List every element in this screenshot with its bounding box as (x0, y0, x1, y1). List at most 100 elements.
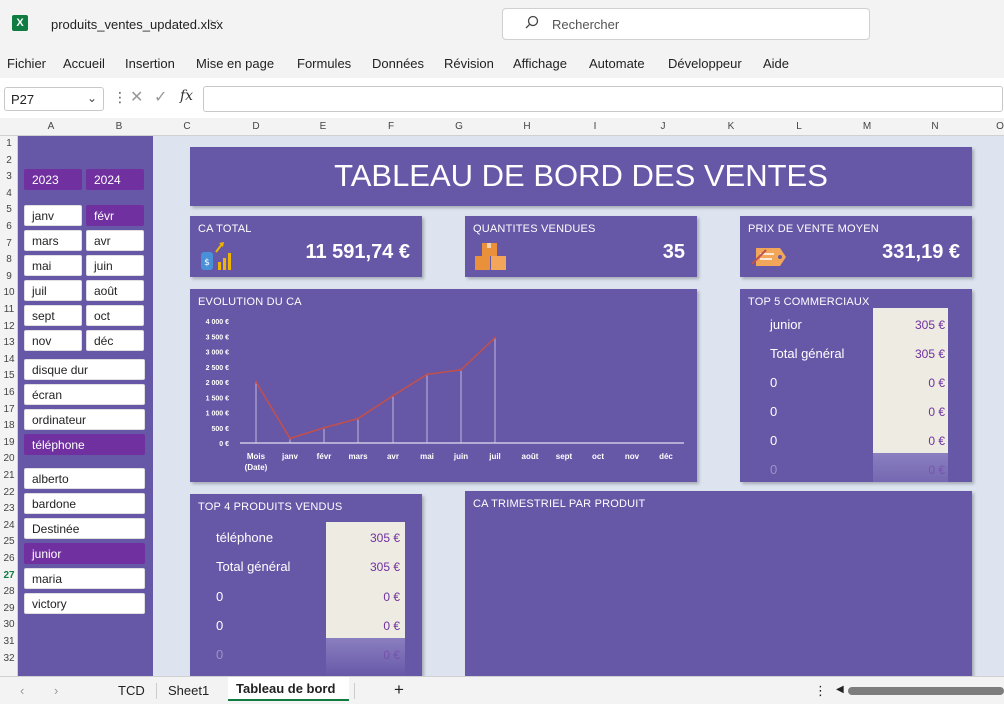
row-header-18[interactable]: 18 (0, 420, 18, 431)
column-header-O[interactable]: O (985, 121, 1004, 132)
row-header-11[interactable]: 11 (0, 304, 18, 315)
row-header-9[interactable]: 9 (0, 271, 18, 282)
scroll-right-icon[interactable]: › (54, 683, 58, 698)
name-box[interactable]: P27 ⌄ (4, 87, 104, 111)
top5-commerciaux-panel[interactable]: TOP 5 COMMERCIAUX junior 305 € Total génér… (740, 289, 972, 482)
slicer-item-juil[interactable]: juil (24, 280, 82, 301)
menu-accueil[interactable]: Accueil (63, 56, 105, 71)
column-header-J[interactable]: J (648, 121, 678, 132)
row-header-4[interactable]: 4 (0, 188, 18, 199)
kpi-card-prix-moyen[interactable]: PRIX DE VENTE MOYEN 331,19 € (740, 216, 972, 277)
slicer-item-2023[interactable]: 2023 (24, 169, 82, 190)
formula-input[interactable] (203, 86, 1003, 112)
menu-données[interactable]: Données (372, 56, 424, 71)
slicer-item-janv[interactable]: janv (24, 205, 82, 226)
slicer-item-bardone[interactable]: bardone (24, 493, 145, 514)
row-header-12[interactable]: 12 (0, 321, 18, 332)
slicer-item-juin[interactable]: juin (86, 255, 144, 276)
row-header-31[interactable]: 31 (0, 636, 18, 647)
menu-affichage[interactable]: Affichage (513, 56, 567, 71)
confirm-icon[interactable]: ✓ (154, 87, 167, 107)
file-name[interactable]: produits_ventes_updated.xlsx (51, 17, 223, 32)
column-header-H[interactable]: H (512, 121, 542, 132)
slicer-item-mars[interactable]: mars (24, 230, 82, 251)
scroll-left-arrow-icon[interactable]: ◀ (836, 684, 844, 695)
row-header-21[interactable]: 21 (0, 470, 18, 481)
row-header-20[interactable]: 20 (0, 453, 18, 464)
menu-insertion[interactable]: Insertion (125, 56, 175, 71)
menu-révision[interactable]: Révision (444, 56, 494, 71)
scroll-left-icon[interactable]: ‹ (20, 683, 24, 698)
row-header-6[interactable]: 6 (0, 221, 18, 232)
row-header-5[interactable]: 5 (0, 204, 18, 215)
column-header-K[interactable]: K (716, 121, 746, 132)
more-options-icon[interactable]: ⋮ (814, 683, 827, 699)
menu-mise-en-page[interactable]: Mise en page (196, 56, 274, 71)
column-header-C[interactable]: C (172, 121, 202, 132)
slicer-item-nov[interactable]: nov (24, 330, 82, 351)
row-header-16[interactable]: 16 (0, 387, 18, 398)
kpi-card-ca-total[interactable]: CA TOTAL $ 11 591,74 € (190, 216, 422, 277)
slicer-item-août[interactable]: août (86, 280, 144, 301)
row-header-8[interactable]: 8 (0, 254, 18, 265)
insert-function-icon[interactable]: fx (180, 88, 193, 104)
menu-formules[interactable]: Formules (297, 56, 351, 71)
row-header-23[interactable]: 23 (0, 503, 18, 514)
row-header-17[interactable]: 17 (0, 404, 18, 415)
tab-tcd[interactable]: TCD (118, 683, 145, 698)
slicer-item-écran[interactable]: écran (24, 384, 145, 405)
column-header-B[interactable]: B (104, 121, 134, 132)
horizontal-scrollbar[interactable] (848, 687, 1004, 695)
column-header-G[interactable]: G (444, 121, 474, 132)
slicer-item-disque-dur[interactable]: disque dur (24, 359, 145, 380)
row-header-32[interactable]: 32 (0, 653, 18, 664)
slicer-item-déc[interactable]: déc (86, 330, 144, 351)
menu-fichier[interactable]: Fichier (7, 56, 46, 71)
more-options-icon[interactable]: ⋮ (113, 89, 127, 106)
slicer-item-maria[interactable]: maria (24, 568, 145, 589)
cancel-icon[interactable]: ✕ (130, 87, 143, 107)
chevron-down-icon[interactable]: ⌵ (210, 15, 218, 28)
slicer-item-alberto[interactable]: alberto (24, 468, 145, 489)
slicer-item-destinée[interactable]: Destinée (24, 518, 145, 539)
row-header-1[interactable]: 1 (0, 138, 18, 149)
column-header-D[interactable]: D (241, 121, 271, 132)
row-header-19[interactable]: 19 (0, 437, 18, 448)
row-header-13[interactable]: 13 (0, 337, 18, 348)
chevron-down-icon[interactable]: ⌄ (87, 91, 97, 105)
slicer-item-avr[interactable]: avr (86, 230, 144, 251)
slicer-item-ordinateur[interactable]: ordinateur (24, 409, 145, 430)
slicer-item-téléphone[interactable]: téléphone (24, 434, 145, 455)
row-header-27[interactable]: 27 (0, 570, 18, 581)
row-header-25[interactable]: 25 (0, 536, 18, 547)
menu-automate[interactable]: Automate (589, 56, 645, 71)
slicer-item-sept[interactable]: sept (24, 305, 82, 326)
slicer-item-févr[interactable]: févr (86, 205, 144, 226)
column-header-E[interactable]: E (308, 121, 338, 132)
row-header-22[interactable]: 22 (0, 487, 18, 498)
row-header-24[interactable]: 24 (0, 520, 18, 531)
row-header-26[interactable]: 26 (0, 553, 18, 564)
search-box[interactable]: Rechercher (502, 8, 870, 40)
row-header-2[interactable]: 2 (0, 155, 18, 166)
chart-evolution-ca[interactable]: EVOLUTION DU CA 0 €500 €1 000 €1 500 €2 … (190, 289, 697, 482)
slicer-item-victory[interactable]: victory (24, 593, 145, 614)
slicer-item-2024[interactable]: 2024 (86, 169, 144, 190)
row-header-7[interactable]: 7 (0, 238, 18, 249)
column-header-F[interactable]: F (376, 121, 406, 132)
menu-aide[interactable]: Aide (763, 56, 789, 71)
add-sheet-icon[interactable]: + (394, 680, 404, 700)
column-header-N[interactable]: N (920, 121, 950, 132)
row-header-14[interactable]: 14 (0, 354, 18, 365)
kpi-card-quantites[interactable]: QUANTITES VENDUES 35 (465, 216, 697, 277)
slicer-item-mai[interactable]: mai (24, 255, 82, 276)
column-header-M[interactable]: M (852, 121, 882, 132)
column-header-A[interactable]: A (36, 121, 66, 132)
tab-sheet1[interactable]: Sheet1 (168, 683, 209, 698)
column-header-I[interactable]: I (580, 121, 610, 132)
slicer-item-junior[interactable]: junior (24, 543, 145, 564)
row-header-30[interactable]: 30 (0, 619, 18, 630)
row-header-28[interactable]: 28 (0, 586, 18, 597)
column-header-L[interactable]: L (784, 121, 814, 132)
tab-tableau-de-bord[interactable]: Tableau de bord (236, 681, 335, 696)
